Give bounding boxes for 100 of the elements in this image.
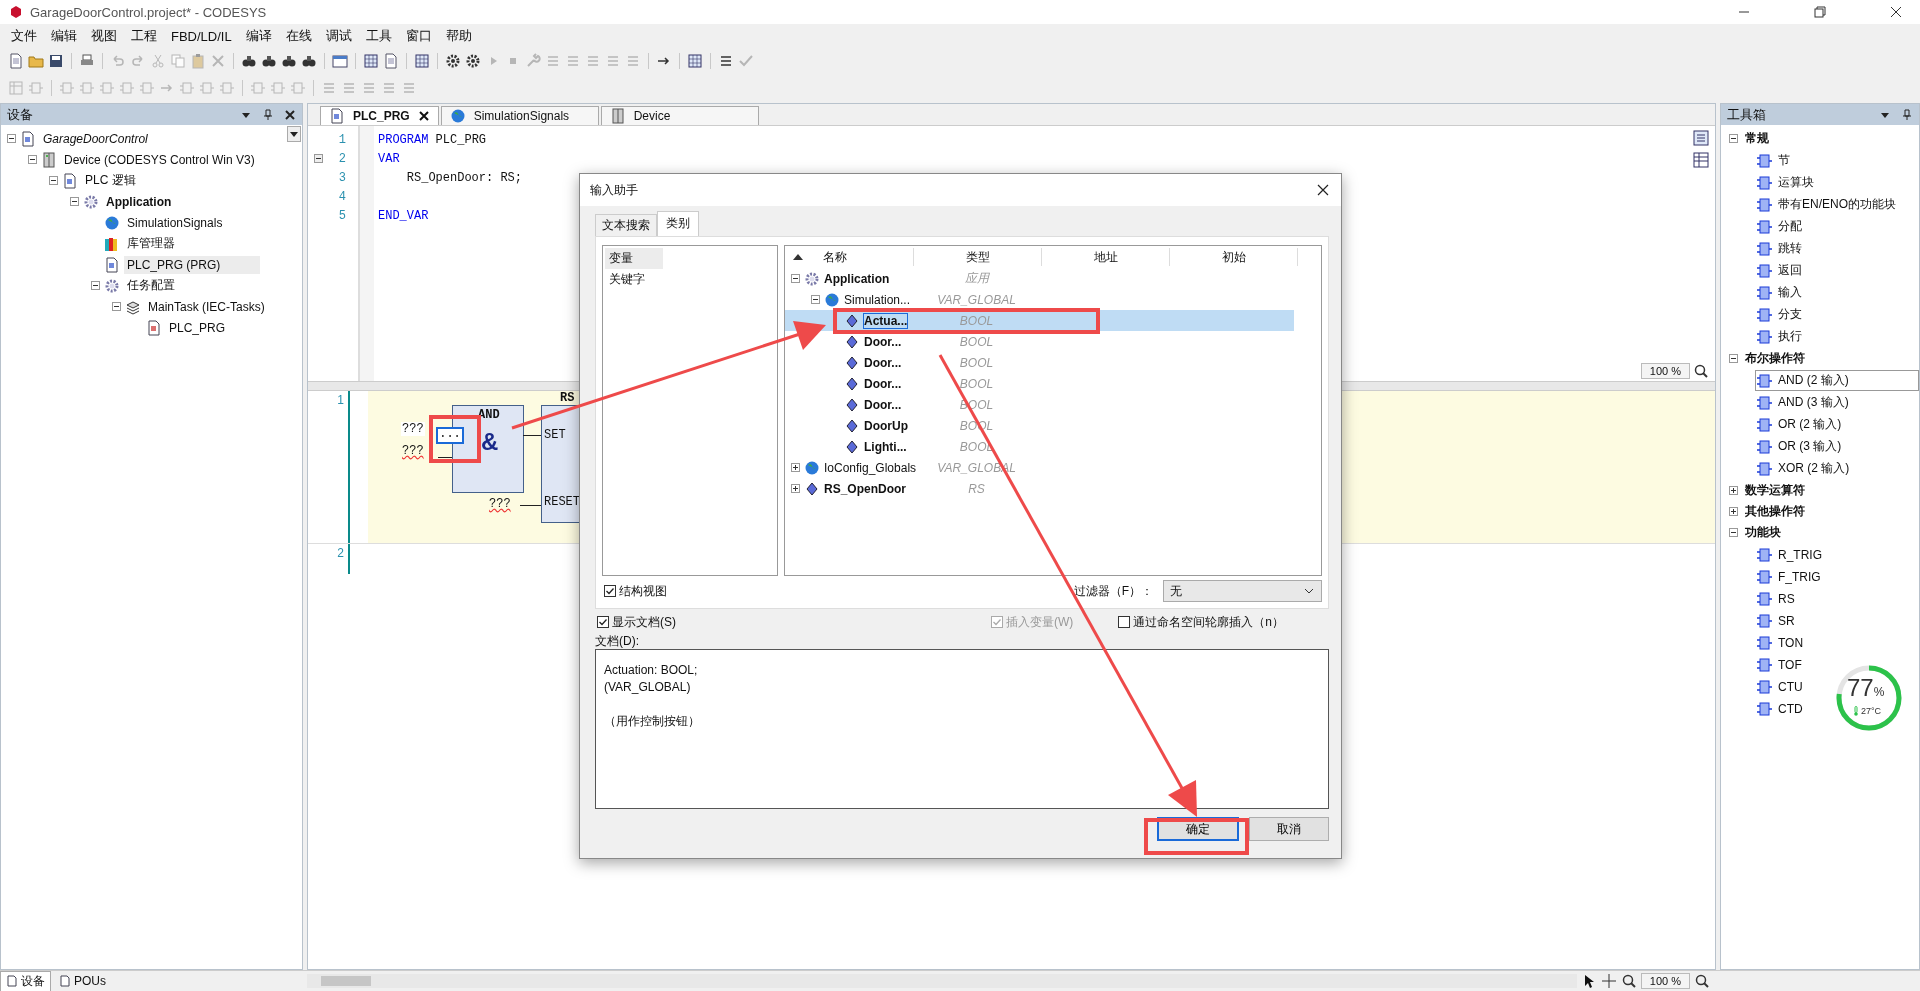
grid-icon[interactable] [414,53,430,69]
variable-name[interactable]: Door... [864,376,902,391]
magnifier-icon[interactable] [1620,973,1637,989]
checkbox[interactable]: 显示文档(S) [597,613,676,631]
toolbox-item[interactable]: 节 [1755,150,1791,171]
menu-item[interactable]: 工程 [124,27,164,45]
variable-name[interactable]: Actua... [864,313,908,328]
menu-item[interactable]: 编译 [238,27,279,45]
tree-item[interactable]: PLC_PRG [166,318,229,337]
menu-item[interactable]: 编辑 [44,27,84,45]
variable-name[interactable]: Simulation... [844,292,911,307]
list-icon[interactable] [718,53,734,69]
checkbox[interactable]: 结构视图 [604,582,667,600]
gear-icon[interactable] [445,53,461,69]
collapse-icon[interactable] [811,295,820,304]
collapse-icon[interactable] [70,197,79,206]
variable-name[interactable]: Application [824,271,890,286]
variable-name[interactable]: RS_OpenDoor [824,481,906,496]
expand-icon[interactable] [1729,486,1738,495]
checkbox[interactable]: 通过命名空间轮廓插入（n） [1118,613,1284,631]
list-icon[interactable] [1693,130,1709,146]
variable-name[interactable]: Lighti... [864,439,907,454]
cancel-button[interactable]: 取消 [1249,817,1329,841]
input-field[interactable]: ... [436,427,464,444]
grid-icon[interactable] [363,53,379,69]
check-icon[interactable] [738,53,754,69]
pin-icon[interactable] [1901,108,1913,121]
paste-icon[interactable] [190,53,206,69]
toolbox-item[interactable]: 返回 [1755,260,1803,281]
toolbox-item[interactable]: 执行 [1755,326,1803,347]
dropdown-icon[interactable] [287,126,301,142]
toolbox-item[interactable]: SR [1755,610,1796,631]
window-icon[interactable] [332,53,348,69]
panel-tab[interactable]: POUs [53,970,112,991]
variable-name[interactable]: IoConfig_Globals [824,460,917,475]
toolbox-item[interactable]: 输入 [1755,282,1803,303]
pin-icon[interactable] [262,108,274,121]
binoculars-icon[interactable] [241,53,257,69]
grid-icon[interactable] [687,53,703,69]
menu-item[interactable]: 调试 [318,27,359,45]
close-icon[interactable] [284,108,296,121]
input-value[interactable]: ??? [488,497,512,511]
table-icon[interactable] [1693,152,1709,168]
column-header[interactable]: 类型 [965,248,990,266]
toolbox-item[interactable]: 跳转 [1755,238,1803,259]
restore-icon[interactable] [1812,4,1828,20]
toolbox-item[interactable]: OR (3 输入) [1755,436,1843,457]
scrollbar[interactable] [307,974,1577,988]
editor-tab[interactable]: SimulationSignals [440,106,599,125]
group-header[interactable]: 常规 [1745,130,1769,147]
toolbox-item[interactable]: AND (2 输入) [1755,370,1919,391]
toolbox-item[interactable]: 分配 [1755,216,1803,237]
toolbox-item[interactable]: 带有EN/ENO的功能块 [1755,194,1897,215]
category-item[interactable]: 关键字 [605,269,663,290]
toolbox-item[interactable]: OR (2 输入) [1755,414,1843,435]
panel-tab[interactable]: 设备 [0,970,51,991]
expand-icon[interactable] [791,484,800,493]
toolbox-item[interactable]: RS [1755,588,1796,609]
menu-item[interactable]: FBD/LD/IL [164,28,239,44]
tree-item[interactable]: PLC_PRG (PRG) [124,255,261,274]
collapse-icon[interactable] [791,274,800,283]
expand-icon[interactable] [791,463,800,472]
tree-item[interactable]: Device (CODESYS Control Win V3) [61,150,258,169]
binoculars-icon[interactable] [261,53,277,69]
collapse-icon[interactable] [1729,134,1738,143]
menu-item[interactable]: 帮助 [438,27,479,45]
doc-icon[interactable] [8,53,24,69]
menu-item[interactable]: 工具 [358,27,399,45]
tree-item[interactable]: SimulationSignals [124,213,226,232]
toolbox-item[interactable]: AND (3 输入) [1755,392,1850,413]
close-icon[interactable] [1315,182,1331,198]
doc-icon[interactable] [383,53,399,69]
toolbox-item[interactable]: 分支 [1755,304,1803,325]
close-icon[interactable] [1888,4,1904,20]
variable-name[interactable]: Door... [864,334,902,349]
variable-name[interactable]: Door... [864,355,902,370]
toolbox-item[interactable]: 运算块 [1755,172,1815,193]
expand-icon[interactable] [1729,507,1738,516]
column-header[interactable]: 地址 [1093,248,1118,266]
zoom-level[interactable]: 100 % [1640,363,1690,379]
tree-item[interactable]: GarageDoorControl [40,129,151,148]
magnifier-icon[interactable] [1694,973,1710,989]
tree-item[interactable]: MainTask (IEC-Tasks) [145,297,268,316]
collapse-icon[interactable] [7,134,16,143]
toolbox-item[interactable]: XOR (2 输入) [1755,458,1851,479]
input-value[interactable]: ??? [401,444,425,458]
menu-item[interactable]: 在线 [278,27,319,45]
toolbox-item[interactable]: TOF [1755,654,1803,675]
column-header[interactable]: 初始 [1221,248,1246,266]
group-header[interactable]: 布尔操作符 [1745,350,1805,367]
menu-item[interactable]: 窗口 [398,27,439,45]
group-header[interactable]: 数学运算符 [1745,482,1805,499]
toolbox-item[interactable]: TON [1755,632,1805,653]
magnifier-icon[interactable] [1693,363,1709,379]
editor-tab[interactable]: Device [600,106,759,125]
dialog-tab[interactable]: 类别 [657,211,699,236]
binoculars-icon[interactable] [301,53,317,69]
collapse-icon[interactable] [49,176,58,185]
tree-item[interactable]: PLC 逻辑 [82,170,139,191]
variable-name[interactable]: DoorUp [864,418,908,433]
